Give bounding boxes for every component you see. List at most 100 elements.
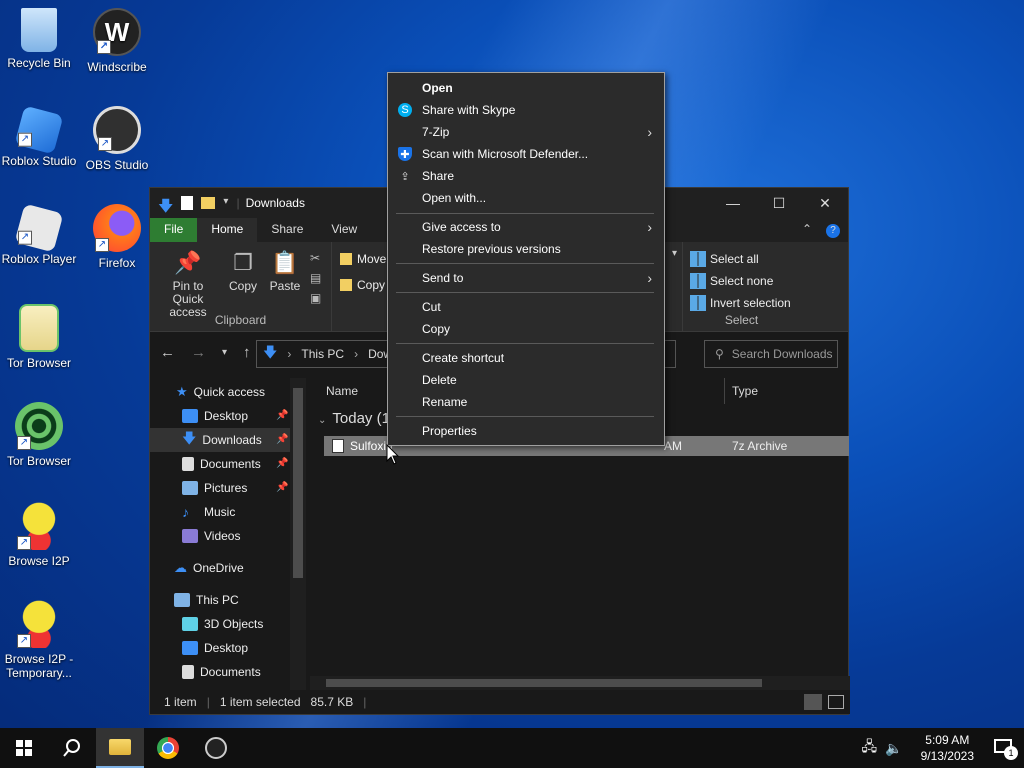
desktop-icon-label: Browse I2P - Temporary... [4, 652, 74, 680]
context-menu: Open S Share with Skype 7-Zip › ✚ Scan with… [387, 72, 665, 446]
start-button[interactable] [0, 728, 48, 768]
forward-arrow-icon[interactable]: → [191, 344, 206, 362]
minimize-button[interactable]: — [710, 188, 756, 218]
breadcrumb-this-pc[interactable]: This PC [301, 347, 344, 361]
submenu-arrow-icon: › [647, 124, 652, 140]
select-all-icon [690, 251, 706, 267]
nav-scrollbar-thumb[interactable] [293, 388, 303, 578]
nav-downloads[interactable]: 🡇 Downloads [150, 428, 290, 452]
menu-item-give-access[interactable]: Give access to › [388, 216, 664, 238]
taskbar-file-explorer[interactable] [96, 728, 144, 768]
desktop-icon-windscribe[interactable]: W ↗ Windscribe [78, 8, 156, 74]
maximize-button[interactable]: ☐ [756, 188, 802, 218]
menu-item-7zip[interactable]: 7-Zip › [388, 121, 664, 143]
paste-button[interactable]: 📋 Paste [268, 248, 302, 293]
menu-item-send-to[interactable]: Send to › [388, 267, 664, 289]
archive-file-icon [332, 439, 344, 453]
select-none-button[interactable]: Select none [690, 273, 773, 289]
menu-item-delete[interactable]: Delete [388, 369, 664, 391]
network-icon[interactable]: 🖧 [862, 736, 878, 760]
down-arrow-icon[interactable]: 🡇 [158, 196, 173, 215]
copy-button[interactable]: ❐ Copy [226, 248, 260, 293]
pin-to-quick-access-button[interactable]: 📌 Pin to Quick access [156, 248, 220, 319]
menu-item-scan-defender[interactable]: ✚ Scan with Microsoft Defender... [388, 143, 664, 165]
menu-item-cut[interactable]: Cut [388, 296, 664, 318]
nav-documents[interactable]: Documents [182, 452, 261, 476]
nav-onedrive[interactable]: ☁ OneDrive [174, 556, 244, 580]
windscribe-icon: W ↗ [93, 8, 141, 56]
ribbon-overflow-icon[interactable]: ▾ [672, 248, 678, 259]
nav-this-pc[interactable]: This PC [174, 588, 239, 612]
invert-selection-button[interactable]: Invert selection [690, 295, 791, 311]
taskbar-chrome[interactable] [144, 728, 192, 768]
taskbar-obs[interactable] [192, 728, 240, 768]
cut-icon[interactable]: ✂ ▤ ▣ [310, 248, 321, 308]
menu-item-create-shortcut[interactable]: Create shortcut [388, 347, 664, 369]
close-button[interactable]: ✕ [802, 188, 848, 218]
obs-studio-icon: ↗ [93, 106, 141, 154]
column-name[interactable]: Name [326, 378, 358, 404]
desktop-icon-browse-i2p-temp[interactable]: ↗ Browse I2P - Temporary... [0, 600, 78, 680]
column-type[interactable]: Type [732, 378, 758, 404]
nav-desktop-pc[interactable]: Desktop [182, 636, 248, 660]
menu-item-share-with-skype[interactable]: S Share with Skype [388, 99, 664, 121]
menu-item-restore-versions[interactable]: Restore previous versions [388, 238, 664, 260]
nav-desktop[interactable]: Desktop [182, 404, 248, 428]
notifications-button[interactable]: 1 [992, 736, 1018, 760]
desktop-folder-icon [182, 641, 198, 655]
music-icon: ♪ [182, 504, 189, 520]
new-folder-icon[interactable] [201, 197, 216, 209]
desktop-icon-tor-browser[interactable]: ↗ Tor Browser [0, 402, 78, 468]
properties-icon[interactable] [181, 196, 194, 210]
menu-item-rename[interactable]: Rename [388, 391, 664, 413]
tab-view[interactable]: View [317, 218, 371, 242]
nav-scrollbar[interactable] [290, 378, 306, 690]
nav-3d-objects[interactable]: 3D Objects [182, 612, 263, 636]
desktop-icon-browse-i2p[interactable]: ↗ Browse I2P [0, 502, 78, 568]
volume-icon[interactable]: 🔈 [885, 740, 902, 757]
details-view-icon[interactable] [804, 694, 822, 710]
menu-item-open[interactable]: Open [388, 77, 664, 99]
search-placeholder: Search Downloads [731, 347, 833, 361]
nav-documents-pc[interactable]: Documents [182, 660, 261, 684]
menu-item-copy[interactable]: Copy [388, 318, 664, 340]
nav-music[interactable]: ♪ Music [182, 500, 235, 524]
desktop-icon-roblox-studio[interactable]: ↗ Roblox Studio [0, 105, 78, 168]
up-arrow-icon[interactable]: ↑ [243, 344, 251, 362]
menu-item-share[interactable]: ⇪ Share [388, 165, 664, 187]
documents-icon [182, 665, 194, 679]
horizontal-scrollbar-thumb[interactable] [326, 679, 762, 687]
search-button[interactable] [48, 728, 96, 768]
desktop-icon-firefox[interactable]: ↗ Firefox [78, 204, 156, 270]
menu-item-open-with[interactable]: Open with... [388, 187, 664, 209]
tab-file[interactable]: File [150, 218, 198, 242]
nav-pictures[interactable]: Pictures [182, 476, 247, 500]
collapse-ribbon-icon[interactable]: ⌃ [796, 218, 818, 242]
help-icon[interactable]: ? [818, 218, 848, 242]
tab-home[interactable]: Home [197, 218, 258, 242]
desktop-icon-recycle-bin[interactable]: Recycle Bin [0, 8, 78, 70]
back-arrow-icon[interactable]: ← [160, 344, 175, 362]
status-divider: | [206, 695, 210, 709]
nav-videos[interactable]: Videos [182, 524, 240, 548]
chevron-down-icon[interactable]: ▾ [223, 196, 228, 210]
search-box[interactable]: ⚲ Search Downloads [704, 340, 838, 368]
desktop-icon-obs-studio[interactable]: ↗ OBS Studio [78, 106, 156, 172]
status-selected: 1 item selected [219, 695, 301, 709]
large-icons-view-icon[interactable] [828, 695, 844, 709]
desktop-icon-roblox-player[interactable]: ↗ Roblox Player [0, 203, 78, 266]
desktop-icon-tor-browser-folder[interactable]: Tor Browser [0, 304, 78, 370]
menu-item-properties[interactable]: Properties [388, 420, 664, 442]
copy-to-icon [340, 279, 352, 291]
recent-chevron-icon[interactable]: ▾ [222, 344, 227, 362]
select-all-button[interactable]: Select all [690, 251, 759, 267]
horizontal-scrollbar[interactable] [310, 676, 850, 690]
nav-buttons: ← → ▾ ↑ [160, 344, 251, 362]
group-header[interactable]: ⌄ Today (1 [318, 410, 390, 427]
copy-to-button[interactable]: Copy [340, 278, 385, 292]
nav-quick-access[interactable]: ★ Quick access [176, 380, 265, 404]
clock[interactable]: 5:09 AM 9/13/2023 [921, 732, 974, 764]
submenu-arrow-icon: › [647, 219, 652, 235]
tab-share[interactable]: Share [257, 218, 317, 242]
move-to-button[interactable]: Move [340, 252, 386, 266]
